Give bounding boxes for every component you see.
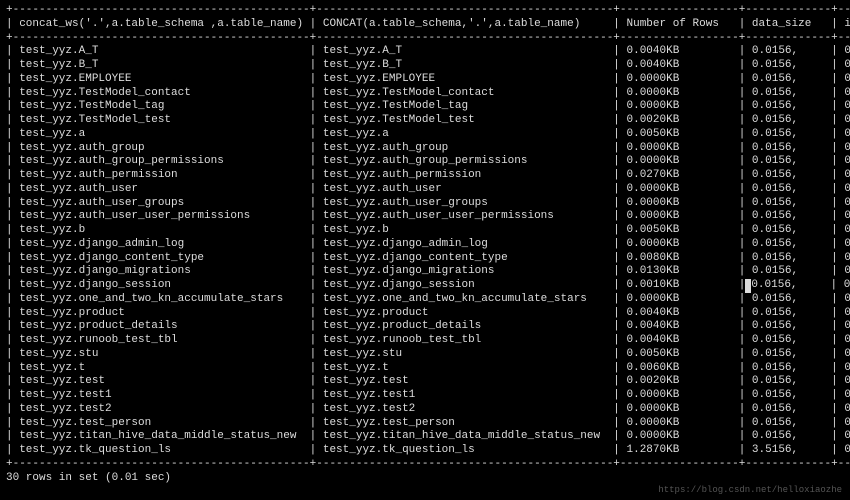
table-row: | test_yyz.b | test_yyz.b | 0.0050KB | 0… — [6, 224, 844, 238]
table-row: | test_yyz.A_T | test_yyz.A_T | 0.0040KB… — [6, 45, 844, 59]
table-row: | test_yyz.auth_user | test_yyz.auth_use… — [6, 183, 844, 197]
table-row: | test_yyz.tk_question_ls | test_yyz.tk_… — [6, 444, 844, 458]
table-row: | test_yyz.test | test_yyz.test | 0.0020… — [6, 375, 844, 389]
table-border: +---------------------------------------… — [6, 32, 844, 46]
table-row: | test_yyz.auth_user_user_permissions | … — [6, 210, 844, 224]
result-summary: 30 rows in set (0.01 sec) — [6, 472, 844, 486]
table-row: | test_yyz.B_T | test_yyz.B_T | 0.0040KB… — [6, 59, 844, 73]
table-row: | test_yyz.t | test_yyz.t | 0.0060KB | 0… — [6, 362, 844, 376]
table-row: | test_yyz.one_and_two_kn_accumulate_sta… — [6, 293, 844, 307]
table-row: | test_yyz.auth_permission | test_yyz.au… — [6, 169, 844, 183]
table-row: | test_yyz.titan_hive_data_middle_status… — [6, 430, 844, 444]
table-border: +---------------------------------------… — [6, 4, 844, 18]
table-row: | test_yyz.auth_group_permissions | test… — [6, 155, 844, 169]
table-row: | test_yyz.django_content_type | test_yy… — [6, 252, 844, 266]
text-cursor — [745, 279, 751, 293]
table-row: | test_yyz.auth_user_groups | test_yyz.a… — [6, 197, 844, 211]
table-row: | test_yyz.django_session | test_yyz.dja… — [6, 279, 844, 293]
table-row: | test_yyz.product | test_yyz.product | … — [6, 307, 844, 321]
table-border: +---------------------------------------… — [6, 458, 844, 472]
terminal-output: +---------------------------------------… — [0, 0, 850, 489]
table-row: | test_yyz.test2 | test_yyz.test2 | 0.00… — [6, 403, 844, 417]
table-row: | test_yyz.a | test_yyz.a | 0.0050KB | 0… — [6, 128, 844, 142]
table-row: | test_yyz.django_admin_log | test_yyz.d… — [6, 238, 844, 252]
table-row: | test_yyz.product_details | test_yyz.pr… — [6, 320, 844, 334]
table-row: | test_yyz.django_migrations | test_yyz.… — [6, 265, 844, 279]
table-row: | test_yyz.TestModel_tag | test_yyz.Test… — [6, 100, 844, 114]
table-row: | test_yyz.EMPLOYEE | test_yyz.EMPLOYEE … — [6, 73, 844, 87]
table-row: | test_yyz.stu | test_yyz.stu | 0.0050KB… — [6, 348, 844, 362]
table-header: | concat_ws('.',a.table_schema ,a.table_… — [6, 18, 844, 32]
table-row: | test_yyz.TestModel_contact | test_yyz.… — [6, 87, 844, 101]
table-row: | test_yyz.TestModel_test | test_yyz.Tes… — [6, 114, 844, 128]
table-row: | test_yyz.runoob_test_tbl | test_yyz.ru… — [6, 334, 844, 348]
watermark: https://blog.csdn.net/helloxiaozhe — [658, 485, 842, 496]
table-row: | test_yyz.auth_group | test_yyz.auth_gr… — [6, 142, 844, 156]
table-row: | test_yyz.test1 | test_yyz.test1 | 0.00… — [6, 389, 844, 403]
table-row: | test_yyz.test_person | test_yyz.test_p… — [6, 417, 844, 431]
